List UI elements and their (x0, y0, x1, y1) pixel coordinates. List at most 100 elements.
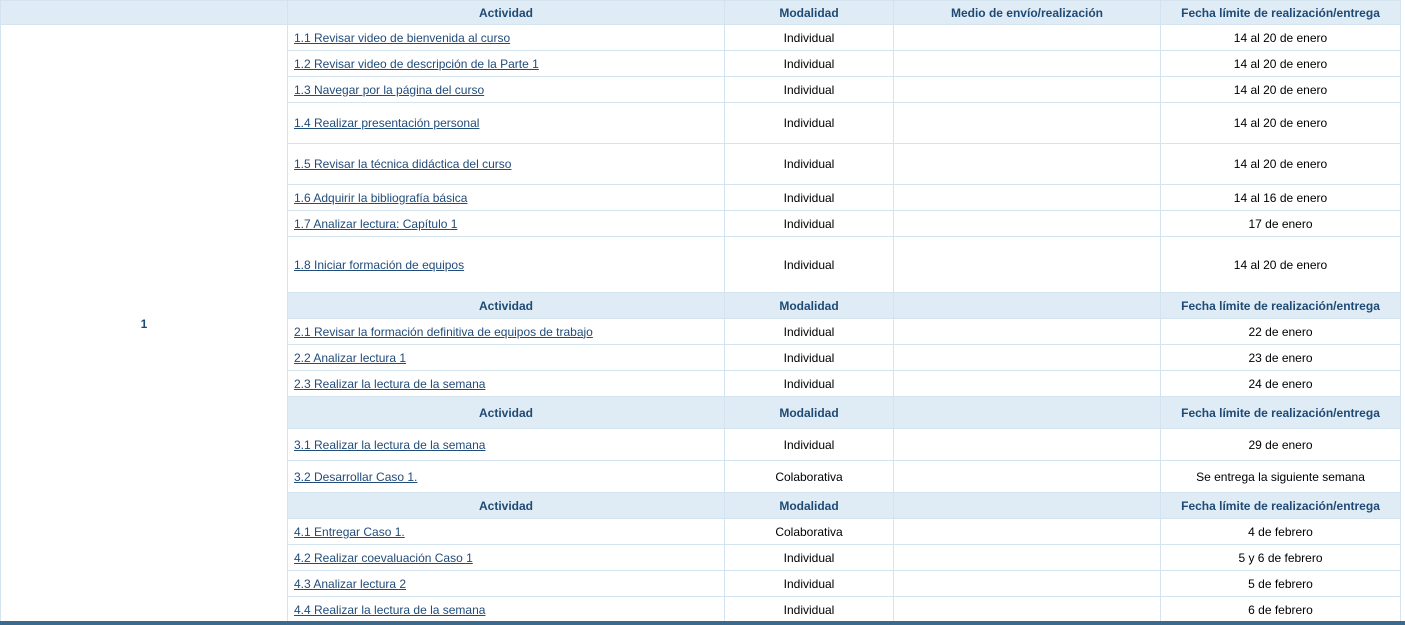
activity-cell: 4.4 Realizar la lectura de la semana (287, 596, 725, 624)
fecha-cell: 14 al 20 de enero (1160, 143, 1401, 185)
section-header-row: Actividad Modalidad Medio de envío/realiza… (0, 0, 1401, 25)
modalidad-cell: Colaborativa (724, 460, 894, 493)
fecha-cell: 14 al 20 de enero (1160, 76, 1401, 103)
activity-link[interactable]: 2.2 Analizar lectura 1 (294, 351, 406, 365)
activity-link[interactable]: 4.4 Realizar la lectura de la semana (294, 603, 485, 617)
fecha-cell: 14 al 20 de enero (1160, 50, 1401, 77)
fecha-cell: 17 de enero (1160, 210, 1401, 237)
activity-cell: 1.1 Revisar video de bienvenida al curso (287, 24, 725, 51)
activity-cell: 1.3 Navegar por la página del curso (287, 76, 725, 103)
header-fecha: Fecha límite de realización/entrega (1160, 292, 1401, 319)
activity-cell: 4.3 Analizar lectura 2 (287, 570, 725, 597)
activity-cell: 3.1 Realizar la lectura de la semana (287, 428, 725, 461)
activity-link[interactable]: 1.1 Revisar video de bienvenida al curso (294, 31, 510, 45)
header-medio: Medio de envío/realización (893, 0, 1161, 25)
activity-cell: 1.4 Realizar presentación personal (287, 102, 725, 144)
activity-link[interactable]: 1.6 Adquirir la bibliografía básica (294, 191, 467, 205)
activity-link[interactable]: 2.3 Realizar la lectura de la semana (294, 377, 485, 391)
schedule-table: Actividad Modalidad Medio de envío/realiza… (0, 0, 1401, 624)
activity-link[interactable]: 1.3 Navegar por la página del curso (294, 83, 484, 97)
modalidad-cell: Individual (724, 236, 894, 293)
activity-cell: 2.1 Revisar la formación definitiva de e… (287, 318, 725, 345)
fecha-cell: 24 de enero (1160, 370, 1401, 397)
activity-cell: 1.8 Iniciar formación de equipos (287, 236, 725, 293)
modalidad-cell: Individual (724, 544, 894, 571)
activity-link[interactable]: 4.1 Entregar Caso 1. (294, 525, 405, 539)
header-modalidad: Modalidad (724, 292, 894, 319)
modalidad-cell: Individual (724, 318, 894, 345)
medio-cell (893, 596, 1161, 624)
activity-link[interactable]: 1.7 Analizar lectura: Capítulo 1 (294, 217, 457, 231)
header-modalidad: Modalidad (724, 396, 894, 429)
fecha-cell: 29 de enero (1160, 428, 1401, 461)
activity-cell: 1.7 Analizar lectura: Capítulo 1 (287, 210, 725, 237)
medio-cell (893, 370, 1161, 397)
header-actividad: Actividad (287, 292, 725, 319)
header-fecha: Fecha límite de realización/entrega (1160, 0, 1401, 25)
modalidad-cell: Individual (724, 370, 894, 397)
week-header-cell (0, 0, 288, 25)
fecha-cell: 5 y 6 de febrero (1160, 544, 1401, 571)
fecha-cell: 23 de enero (1160, 344, 1401, 371)
activity-cell: 2.3 Realizar la lectura de la semana (287, 370, 725, 397)
header-fecha: Fecha límite de realización/entrega (1160, 396, 1401, 429)
header-actividad: Actividad (287, 0, 725, 25)
header-modalidad: Modalidad (724, 0, 894, 25)
header-medio (893, 292, 1161, 319)
fecha-cell: Se entrega la siguiente semana (1160, 460, 1401, 493)
fecha-cell: 14 al 20 de enero (1160, 102, 1401, 144)
medio-cell (893, 518, 1161, 545)
modalidad-cell: Individual (724, 428, 894, 461)
modalidad-cell: Individual (724, 210, 894, 237)
fecha-cell: 14 al 16 de enero (1160, 184, 1401, 211)
modalidad-cell: Individual (724, 24, 894, 51)
fecha-cell: 22 de enero (1160, 318, 1401, 345)
medio-cell (893, 318, 1161, 345)
activity-cell: 1.5 Revisar la técnica didáctica del cur… (287, 143, 725, 185)
modalidad-cell: Individual (724, 50, 894, 77)
activity-link[interactable]: 4.3 Analizar lectura 2 (294, 577, 406, 591)
medio-cell (893, 210, 1161, 237)
fecha-cell: 14 al 20 de enero (1160, 236, 1401, 293)
medio-cell (893, 460, 1161, 493)
modalidad-cell: Individual (724, 184, 894, 211)
medio-cell (893, 102, 1161, 144)
header-medio (893, 492, 1161, 519)
medio-cell (893, 344, 1161, 371)
activity-cell: 4.1 Entregar Caso 1. (287, 518, 725, 545)
week-number-cell: 1 (0, 24, 288, 624)
header-fecha: Fecha límite de realización/entrega (1160, 492, 1401, 519)
header-actividad: Actividad (287, 396, 725, 429)
modalidad-cell: Individual (724, 570, 894, 597)
header-medio (893, 396, 1161, 429)
activity-link[interactable]: 3.2 Desarrollar Caso 1. (294, 470, 417, 484)
fecha-cell: 6 de febrero (1160, 596, 1401, 624)
activity-link[interactable]: 2.1 Revisar la formación definitiva de e… (294, 325, 593, 339)
table-row: 1 1.1 Revisar video de bienvenida al curs… (0, 24, 1401, 624)
modalidad-cell: Colaborativa (724, 518, 894, 545)
modalidad-cell: Individual (724, 102, 894, 144)
fecha-cell: 5 de febrero (1160, 570, 1401, 597)
medio-cell (893, 544, 1161, 571)
medio-cell (893, 76, 1161, 103)
activity-cell: 1.6 Adquirir la bibliografía básica (287, 184, 725, 211)
medio-cell (893, 24, 1161, 51)
activity-cell: 4.2 Realizar coevaluación Caso 1 (287, 544, 725, 571)
activity-link[interactable]: 1.8 Iniciar formación de equipos (294, 258, 464, 272)
modalidad-cell: Individual (724, 344, 894, 371)
activity-link[interactable]: 3.1 Realizar la lectura de la semana (294, 438, 485, 452)
medio-cell (893, 570, 1161, 597)
modalidad-cell: Individual (724, 143, 894, 185)
activity-link[interactable]: 1.2 Revisar video de descripción de la P… (294, 57, 539, 71)
activity-link[interactable]: 1.5 Revisar la técnica didáctica del cur… (294, 157, 511, 171)
activity-link[interactable]: 4.2 Realizar coevaluación Caso 1 (294, 551, 473, 565)
fecha-cell: 14 al 20 de enero (1160, 24, 1401, 51)
header-modalidad: Modalidad (724, 492, 894, 519)
header-actividad: Actividad (287, 492, 725, 519)
modalidad-cell: Individual (724, 596, 894, 624)
activity-cell: 1.2 Revisar video de descripción de la P… (287, 50, 725, 77)
medio-cell (893, 184, 1161, 211)
fecha-cell: 4 de febrero (1160, 518, 1401, 545)
bottom-border (0, 621, 1405, 625)
activity-link[interactable]: 1.4 Realizar presentación personal (294, 116, 479, 130)
